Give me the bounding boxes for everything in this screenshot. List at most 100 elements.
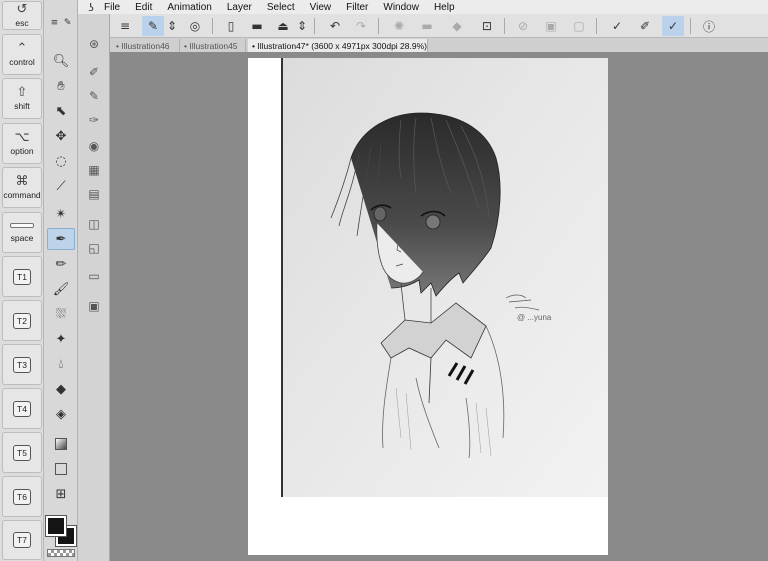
fill-tool[interactable]: ◆ (47, 378, 75, 400)
transform-button[interactable]: ⊡ (476, 16, 498, 36)
separator (690, 18, 691, 34)
eraser-tool[interactable]: ◈ (47, 403, 75, 425)
frame-icon: ⊞ (55, 486, 67, 502)
canvas-area[interactable]: @ ...yuna (110, 52, 768, 561)
figure-tool[interactable] (47, 458, 75, 480)
pen-tool[interactable]: ✒ (47, 228, 75, 250)
menu-file[interactable]: File (104, 2, 120, 13)
hamburger-menu-button[interactable]: ≡ (114, 16, 136, 36)
brush-stroke-icon: ✐ (639, 19, 651, 33)
menu-select[interactable]: Select (267, 2, 295, 13)
lasso-selection-tool[interactable]: ◌ (47, 150, 75, 172)
transparent-color-swatch[interactable] (47, 549, 75, 557)
document-tabs: • Illustration46 • Illustration45 • Illu… (110, 38, 768, 52)
menu-help[interactable]: Help (434, 2, 455, 13)
hamburger-icon: ≡ (119, 19, 131, 33)
deselect-button[interactable]: ⊘ (512, 16, 534, 36)
space-key[interactable]: space (2, 212, 42, 253)
open-file-button[interactable]: ▬ (246, 16, 268, 36)
pencil-tool[interactable]: ✏ (47, 253, 75, 275)
menu-bar: ʖ File Edit Animation Layer Select View … (78, 0, 768, 14)
material-button[interactable]: ▭ (82, 266, 106, 286)
control-label: control (9, 57, 35, 67)
canvas-paper[interactable]: @ ...yuna (248, 58, 608, 555)
pen-detail-icon: ✑ (88, 113, 100, 127)
tab-illustration45[interactable]: • Illustration45 (180, 39, 246, 52)
undo-button[interactable]: ↶ (324, 16, 346, 36)
new-file-button[interactable]: ▯ (220, 16, 242, 36)
navigator-icon: ⊛ (88, 37, 100, 51)
save-panel-button[interactable]: ▣ (82, 296, 106, 316)
mode-switch-button[interactable]: ⇕ (166, 16, 178, 36)
color-wheel-button[interactable]: ◉ (82, 136, 106, 156)
t1-key[interactable]: T1 (2, 256, 42, 297)
menu-layer[interactable]: Layer (227, 2, 252, 13)
control-key[interactable]: ⌃ control (2, 34, 42, 75)
edit-mode-button[interactable]: ✎ (142, 16, 164, 36)
menu-animation[interactable]: Animation (167, 2, 211, 13)
blend-tool[interactable]: 💧︎ (47, 353, 75, 375)
gradient-tool[interactable] (47, 433, 75, 455)
auto-select-tool[interactable]: ✴ (47, 203, 75, 225)
move-layer-tool[interactable]: ✥ (47, 125, 75, 147)
menu-icon[interactable]: ≡ (51, 18, 59, 28)
app-settings-button[interactable]: ◎ (184, 16, 206, 36)
menu-edit[interactable]: Edit (135, 2, 152, 13)
zoom-tool[interactable]: 🔍︎ (47, 50, 75, 72)
t2-key[interactable]: T2 (2, 300, 42, 341)
save-options-button[interactable]: ⇕ (296, 16, 308, 36)
fill-button[interactable]: ◆ (446, 16, 468, 36)
app-logo-icon[interactable]: ʖ (78, 1, 104, 14)
tab-illustration47[interactable]: • Illustration47* (3600 x 4971px 300dpi … (248, 39, 428, 52)
menu-window[interactable]: Window (383, 2, 419, 13)
lasso-icon: ◌ (55, 153, 67, 169)
clear-icon: ▬ (421, 19, 433, 33)
menu-filter[interactable]: Filter (346, 2, 368, 13)
invert-selection-button[interactable]: ▣ (540, 16, 562, 36)
main-color-swatch[interactable] (45, 515, 67, 537)
clear-button[interactable]: ▬ (416, 16, 438, 36)
snap-grid-button[interactable]: ✓ (662, 16, 684, 36)
t6-key[interactable]: T6 (2, 476, 42, 517)
option-key[interactable]: ⌥ option (2, 123, 42, 164)
save-button[interactable]: ⏏ (272, 16, 294, 36)
sub-tool-button-2[interactable]: ✎ (82, 86, 106, 106)
navigator-button[interactable]: ⊛ (82, 34, 106, 54)
layer-property-button[interactable]: ◫ (82, 214, 106, 234)
t7-key[interactable]: T7 (2, 520, 42, 560)
sub-tool-button-1[interactable]: ✐ (82, 62, 106, 82)
t4-key[interactable]: T4 (2, 388, 42, 429)
layer-button[interactable]: ◱ (82, 238, 106, 258)
airbrush-tool[interactable]: ⛆ (47, 303, 75, 325)
hand-tool[interactable]: ✋︎ (47, 75, 75, 97)
frame-border-tool[interactable]: ⊞ (47, 483, 75, 505)
snap-ruler-button[interactable]: ✓ (606, 16, 628, 36)
eyedropper-tool[interactable]: ⟋ (47, 175, 75, 197)
brush-tool[interactable]: 🖌︎ (47, 278, 75, 300)
color-history-button[interactable]: ▤ (82, 184, 106, 204)
help-button[interactable]: ⓘ (698, 16, 720, 36)
pen-edit-icon: ✎ (147, 19, 159, 33)
redo-icon: ↷ (355, 19, 367, 33)
loading-button[interactable]: ✺ (388, 16, 410, 36)
sub-tool-button-3[interactable]: ✑ (82, 110, 106, 130)
separator (314, 18, 315, 34)
help-icon: ⓘ (702, 19, 715, 34)
eyedropper-icon: ⟋ (56, 178, 66, 194)
pen-small-icon: ✎ (63, 18, 72, 28)
t3-key[interactable]: T3 (2, 344, 42, 385)
spinner-icon: ✺ (393, 19, 405, 33)
color-set-button[interactable]: ▦ (82, 160, 106, 180)
tab-illustration46[interactable]: • Illustration46 (112, 39, 180, 52)
decoration-tool[interactable]: ✦ (47, 328, 75, 350)
t5-key[interactable]: T5 (2, 432, 42, 473)
esc-key[interactable]: ↺ esc (2, 1, 42, 30)
operation-tool[interactable]: ⬉ (47, 100, 75, 122)
redo-button[interactable]: ↷ (350, 16, 372, 36)
snap-special-ruler-button[interactable]: ✐ (634, 16, 656, 36)
tab-label: Illustration46 (121, 40, 170, 51)
menu-view[interactable]: View (310, 2, 332, 13)
shift-key[interactable]: ⇧ shift (2, 78, 42, 119)
crop-button[interactable]: ▢ (568, 16, 590, 36)
command-key[interactable]: ⌘ command (2, 167, 42, 208)
